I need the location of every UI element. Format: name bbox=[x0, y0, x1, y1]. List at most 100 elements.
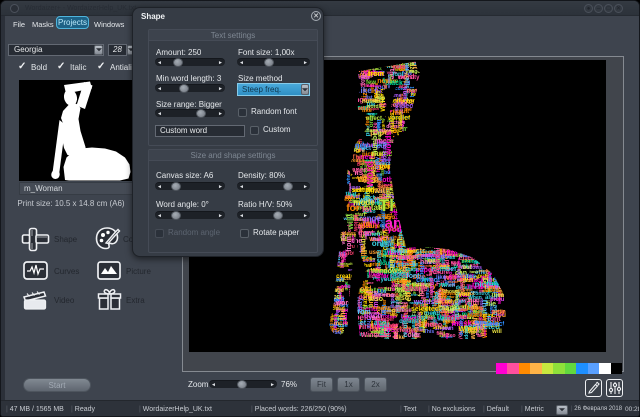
svg-text:Wordaizer: Wordaizer bbox=[433, 236, 442, 275]
svg-text:for: for bbox=[346, 203, 359, 214]
svg-text:also: also bbox=[369, 296, 383, 303]
svg-text:Windows: Windows bbox=[464, 325, 470, 347]
svg-text:font: font bbox=[392, 72, 403, 78]
svg-text:video: video bbox=[382, 249, 388, 262]
svg-text:increase: increase bbox=[344, 158, 365, 164]
svg-text:Video: Video bbox=[395, 103, 414, 110]
svg-text:size: size bbox=[336, 253, 348, 259]
svg-text:for: for bbox=[387, 108, 393, 113]
svg-text:range: range bbox=[410, 300, 422, 305]
svg-text:wordlet: wordlet bbox=[385, 115, 412, 122]
svg-text:number: number bbox=[386, 73, 391, 88]
svg-text:that: that bbox=[414, 161, 423, 176]
svg-text:words: words bbox=[335, 300, 357, 307]
svg-text:shape: shape bbox=[404, 284, 428, 293]
svg-text:few: few bbox=[369, 256, 377, 261]
svg-text:word: word bbox=[354, 286, 372, 293]
svg-text:for: for bbox=[449, 294, 455, 299]
svg-text:and: and bbox=[370, 320, 375, 328]
svg-text:application: application bbox=[425, 81, 431, 113]
svg-text:more: more bbox=[445, 333, 450, 344]
svg-text:These: These bbox=[466, 285, 484, 291]
svg-text:you: you bbox=[439, 282, 448, 288]
svg-text:size: size bbox=[373, 122, 379, 134]
svg-text:picture: picture bbox=[354, 75, 371, 81]
svg-text:run: run bbox=[406, 246, 416, 252]
svg-text:are: are bbox=[386, 326, 393, 331]
svg-text:use: use bbox=[365, 232, 373, 237]
svg-text:user: user bbox=[350, 185, 361, 191]
svg-text:the: the bbox=[352, 238, 363, 245]
svg-text:input: input bbox=[443, 319, 456, 325]
svg-text:file: file bbox=[436, 331, 443, 337]
svg-text:mask: mask bbox=[439, 305, 457, 312]
svg-text:but: but bbox=[462, 265, 471, 271]
svg-text:will: will bbox=[346, 217, 355, 231]
svg-text:video: video bbox=[424, 322, 442, 329]
svg-text:number: number bbox=[362, 99, 385, 105]
svg-text:where: where bbox=[340, 284, 356, 290]
svg-text:with: with bbox=[373, 186, 390, 195]
svg-text:create: create bbox=[396, 328, 414, 334]
svg-text:name: name bbox=[460, 253, 476, 259]
svg-text:selected: selected bbox=[411, 306, 439, 313]
svg-text:only: only bbox=[348, 267, 357, 272]
svg-text:control: control bbox=[367, 83, 381, 88]
svg-text:but: but bbox=[384, 170, 392, 176]
svg-text:size: size bbox=[405, 77, 411, 89]
svg-text:masks: masks bbox=[402, 126, 424, 133]
svg-text:number: number bbox=[376, 317, 394, 323]
svg-text:density: density bbox=[421, 318, 426, 333]
svg-text:words: words bbox=[354, 217, 370, 223]
svg-text:default: default bbox=[399, 319, 419, 325]
svg-text:user: user bbox=[404, 60, 410, 70]
svg-text:print: print bbox=[369, 262, 380, 268]
svg-text:selected: selected bbox=[429, 278, 435, 298]
svg-text:selected: selected bbox=[485, 321, 513, 328]
svg-text:few: few bbox=[499, 293, 507, 299]
svg-text:create: create bbox=[336, 274, 354, 280]
svg-text:each: each bbox=[459, 278, 465, 289]
svg-text:name: name bbox=[388, 93, 401, 99]
svg-text:When: When bbox=[348, 65, 370, 74]
svg-text:then: then bbox=[475, 320, 486, 326]
svg-text:from: from bbox=[346, 236, 353, 252]
svg-text:also: also bbox=[395, 295, 409, 302]
svg-text:have: have bbox=[377, 306, 391, 312]
svg-text:use: use bbox=[331, 330, 342, 336]
svg-text:file: file bbox=[446, 249, 458, 258]
svg-text:will: will bbox=[356, 106, 366, 112]
svg-text:color: color bbox=[412, 213, 423, 238]
svg-text:used: used bbox=[390, 273, 406, 280]
svg-text:below: below bbox=[466, 306, 483, 312]
svg-text:effect: effect bbox=[418, 262, 424, 278]
svg-text:use: use bbox=[380, 240, 394, 249]
svg-text:and: and bbox=[385, 215, 412, 232]
svg-text:masks: masks bbox=[371, 269, 387, 275]
svg-text:other: other bbox=[382, 177, 400, 184]
svg-text:These: These bbox=[394, 308, 412, 314]
svg-text:default: default bbox=[339, 261, 353, 266]
svg-text:words: words bbox=[384, 131, 393, 156]
svg-text:are: are bbox=[397, 175, 411, 185]
svg-text:When: When bbox=[347, 141, 369, 150]
svg-text:settings: settings bbox=[492, 309, 511, 315]
svg-text:black: black bbox=[467, 313, 483, 319]
svg-text:from: from bbox=[368, 71, 384, 78]
svg-text:also: also bbox=[356, 298, 361, 307]
svg-text:This: This bbox=[487, 274, 492, 283]
svg-text:file: file bbox=[364, 310, 371, 315]
svg-text:and: and bbox=[356, 324, 362, 335]
svg-text:Windows: Windows bbox=[334, 231, 356, 237]
svg-text:the: the bbox=[338, 307, 347, 320]
svg-text:This: This bbox=[347, 168, 364, 177]
svg-text:that: that bbox=[407, 89, 418, 95]
svg-text:have: have bbox=[437, 289, 443, 303]
svg-text:File: File bbox=[378, 289, 387, 295]
svg-text:word: word bbox=[364, 161, 376, 188]
svg-text:The: The bbox=[379, 196, 409, 215]
svg-text:will: will bbox=[491, 329, 502, 335]
svg-text:but: but bbox=[382, 234, 389, 239]
svg-text:used: used bbox=[485, 288, 499, 294]
svg-text:one: one bbox=[366, 280, 374, 285]
